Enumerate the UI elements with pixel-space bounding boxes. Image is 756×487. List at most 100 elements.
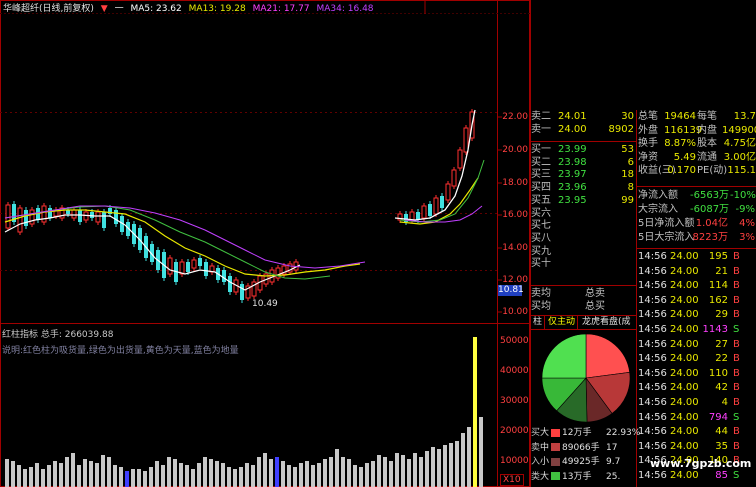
volume-bar (77, 465, 81, 487)
volume-bar (425, 451, 429, 487)
stat-value: 8.87% (664, 138, 696, 149)
volume-bar (275, 457, 279, 487)
tick-side: B (733, 353, 740, 365)
ask-volume: 8902 (608, 124, 634, 135)
bid-volume: 53 (621, 144, 634, 155)
tick-side: B (733, 280, 740, 292)
tab-dragon-tiger[interactable]: 龙虎看盘(成交量饼 (580, 316, 638, 329)
stat-value: 19464 (664, 111, 696, 122)
tick-price: 24.00 (670, 324, 699, 335)
volume-bar (389, 461, 393, 487)
volume-bar (437, 449, 441, 487)
volume-bar (89, 461, 93, 487)
tick-volume: 85 (715, 470, 728, 481)
volume-bar (155, 461, 159, 487)
avg-sell-label: 卖均 (531, 288, 551, 299)
volume-bar (401, 455, 405, 487)
tick-side: B (733, 309, 740, 321)
price-axis-label: 16.00 (502, 210, 528, 220)
tick-price: 24.00 (670, 470, 699, 481)
candle-body (17, 207, 23, 233)
volume-bar (119, 467, 123, 487)
volume-bar (269, 459, 273, 487)
candle-body (440, 196, 444, 208)
volume-bar (5, 459, 9, 487)
volume-bar (443, 445, 447, 487)
candle-body (240, 284, 244, 300)
pie-legend-value: 89066手 (562, 442, 600, 453)
pie-legend-value: 12万手 (562, 428, 592, 438)
stat-label: 流通 (697, 151, 717, 163)
bid-price: 23.99 (558, 144, 587, 155)
bid-label: 买三 (531, 169, 551, 181)
pie-legend-key: 中 (540, 442, 550, 453)
stat-label: 总笔 (638, 111, 658, 122)
volume-bar (335, 449, 339, 487)
volume-bar (359, 467, 363, 487)
tick-side: B (733, 265, 740, 277)
tick-price: 24.00 (670, 309, 699, 321)
candle-body (41, 205, 47, 223)
stat-label: 外盘 (638, 124, 658, 136)
pie-legend-percent: 25. (606, 471, 621, 482)
tick-volume: 29 (715, 309, 728, 321)
tick-volume: 1143 (702, 324, 728, 335)
volume-bar (203, 457, 207, 487)
volume-bar (95, 463, 99, 487)
volume-bar (449, 443, 453, 487)
volume-bar (83, 459, 87, 487)
tab-bar-icon[interactable]: 柱 (531, 316, 546, 329)
tab-active-only[interactable]: 仅主动 (546, 316, 579, 329)
pie-legend-row: 大 13万手 25. (540, 472, 620, 483)
tick-side: B (733, 251, 740, 262)
bid-price: 23.98 (558, 156, 587, 168)
indicator-title: 红柱指标 总手: 266039.88 (2, 330, 114, 340)
tick-time: 14:56 (638, 382, 667, 394)
chart-border (0, 0, 530, 487)
volume-bar (377, 455, 381, 487)
candle-body (186, 262, 190, 272)
tick-price: 24.00 (670, 440, 699, 452)
pie-side-label: 买 (531, 428, 541, 438)
tick-side: S (733, 324, 740, 335)
tick-volume: 794 (708, 411, 728, 423)
volume-axis-label: 10000 (500, 456, 529, 466)
candle-body (24, 210, 28, 226)
volume-bar (143, 471, 147, 487)
flow-label: 5日净流入额 (638, 218, 695, 229)
candle-body (428, 204, 432, 216)
volume-bar (59, 463, 63, 487)
tick-side: B (733, 440, 740, 452)
candle-body (29, 209, 35, 225)
watermark: www.7gpzb.com (650, 457, 752, 470)
tick-time: 14:56 (638, 294, 667, 306)
bid-volume: 6 (627, 156, 634, 168)
ask-price: 24.00 (558, 124, 587, 135)
stat-value: 13.7 (733, 111, 756, 122)
stat-value: 4.75亿 (723, 138, 756, 149)
pie-legend-row: 中 89066手 17 (540, 443, 617, 454)
volume-bar (149, 467, 153, 487)
tick-time: 14:56 (638, 353, 667, 365)
tick-price: 24.00 (670, 280, 699, 292)
volume-bar (323, 459, 327, 487)
volume-bar (29, 467, 33, 487)
flow-value: -6087万 (690, 204, 730, 215)
volume-bar (347, 459, 351, 487)
volume-bar (221, 463, 225, 487)
candle-body (433, 197, 439, 215)
candle-body (179, 261, 185, 275)
candle-body (204, 262, 208, 276)
bid-label: 买五 (531, 194, 551, 206)
tick-price: 24.00 (670, 353, 699, 365)
volume-bar (419, 457, 423, 487)
tick-price: 24.00 (670, 338, 699, 350)
volume-bar (107, 457, 111, 487)
pie-side-label: 卖 (531, 442, 541, 453)
tick-volume: 35 (715, 440, 728, 452)
tick-side: S (733, 470, 740, 481)
bid-volume (600, 246, 634, 258)
volume-bar (209, 459, 213, 487)
flow-value: -6563万 (690, 190, 730, 201)
candle-body (114, 210, 118, 224)
